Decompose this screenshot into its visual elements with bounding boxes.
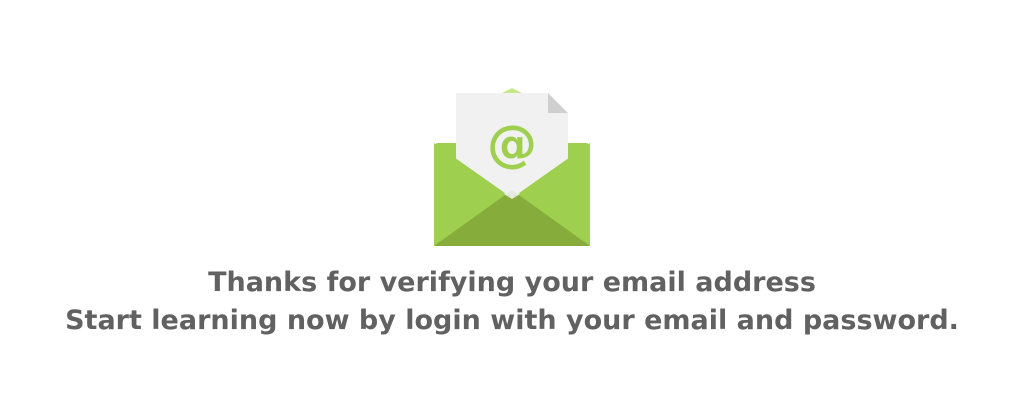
- confirmation-subtitle: Start learning now by login with your em…: [65, 305, 959, 336]
- at-symbol-icon: @: [487, 115, 537, 173]
- paper-fold-corner: [548, 93, 568, 113]
- email-envelope-icon: @: [434, 88, 590, 246]
- verification-page: @ Thanks for verifying your email addres…: [0, 0, 1024, 400]
- confirmation-title: Thanks for verifying your email address: [208, 267, 816, 298]
- confirmation-message: Thanks for verifying your email address …: [0, 264, 1024, 340]
